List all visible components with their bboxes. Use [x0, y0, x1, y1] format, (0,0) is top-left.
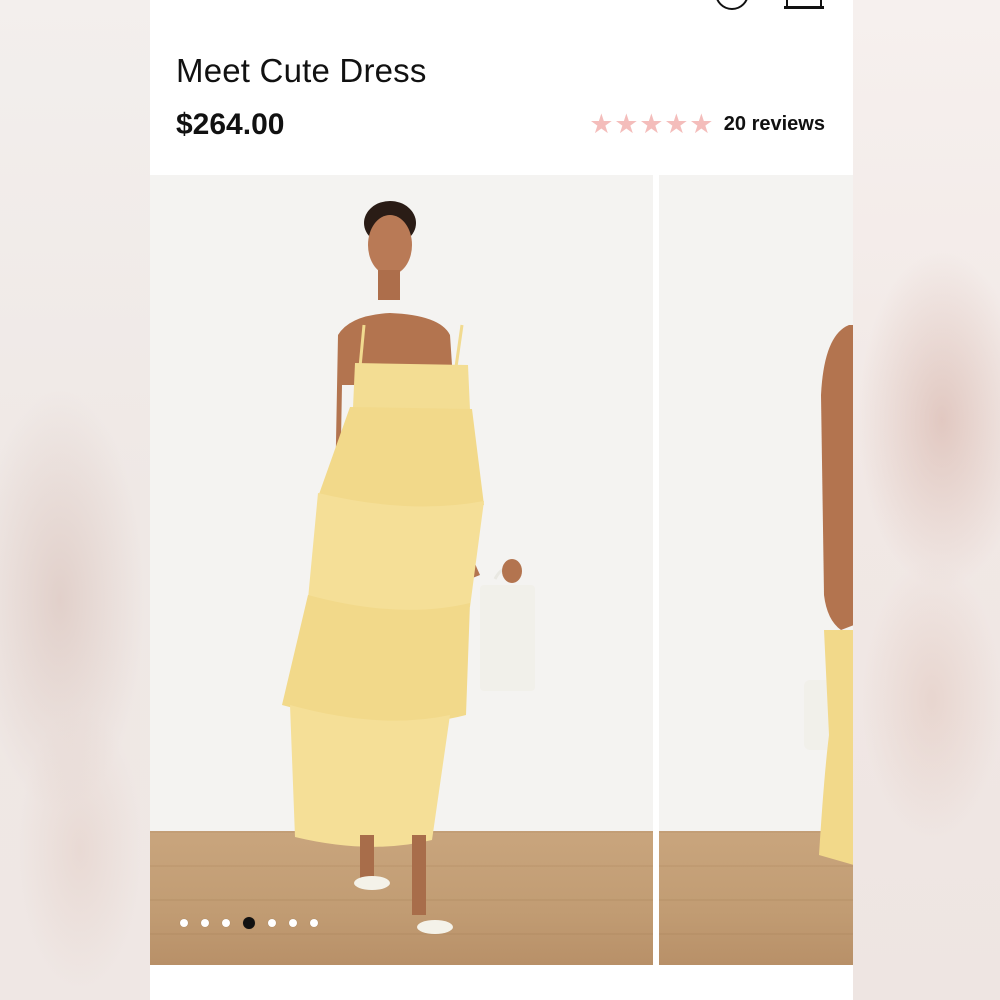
- gallery-image-side[interactable]: [659, 175, 853, 965]
- star-icon: ★: [689, 109, 714, 140]
- rating-stars: ★ ★ ★ ★ ★: [589, 109, 714, 140]
- rating[interactable]: ★ ★ ★ ★ ★ 20 reviews: [589, 109, 825, 140]
- pagination-dot[interactable]: [268, 919, 276, 927]
- star-icon: ★: [589, 109, 614, 140]
- product-page: Meet Cute Dress $264.00 ★ ★ ★ ★ ★ 20 rev…: [150, 0, 853, 1000]
- top-nav: [150, 0, 853, 10]
- star-icon: ★: [639, 109, 664, 140]
- product-price: $264.00: [176, 108, 285, 141]
- image-gallery[interactable]: [150, 175, 853, 965]
- pagination-dot[interactable]: [201, 919, 209, 927]
- pagination-dot[interactable]: [180, 919, 188, 927]
- star-icon: ★: [614, 109, 639, 140]
- background-blur-left: [0, 0, 150, 1000]
- pagination-dot-active[interactable]: [243, 917, 255, 929]
- bag-icon[interactable]: [784, 0, 824, 9]
- gallery-image-front[interactable]: [150, 175, 653, 965]
- model-photo-side: [804, 325, 853, 865]
- model-photo: [282, 201, 535, 934]
- account-icon[interactable]: [715, 0, 749, 10]
- pagination-dot[interactable]: [310, 919, 318, 927]
- pagination-dot[interactable]: [222, 919, 230, 927]
- product-title: Meet Cute Dress: [176, 52, 427, 89]
- background-blur-right: [852, 0, 1000, 1000]
- gallery-pagination[interactable]: [180, 917, 331, 929]
- logo-icon[interactable]: [565, 0, 660, 6]
- star-icon: ★: [664, 109, 689, 140]
- reviews-link[interactable]: 20 reviews: [724, 113, 825, 136]
- pagination-dot[interactable]: [289, 919, 297, 927]
